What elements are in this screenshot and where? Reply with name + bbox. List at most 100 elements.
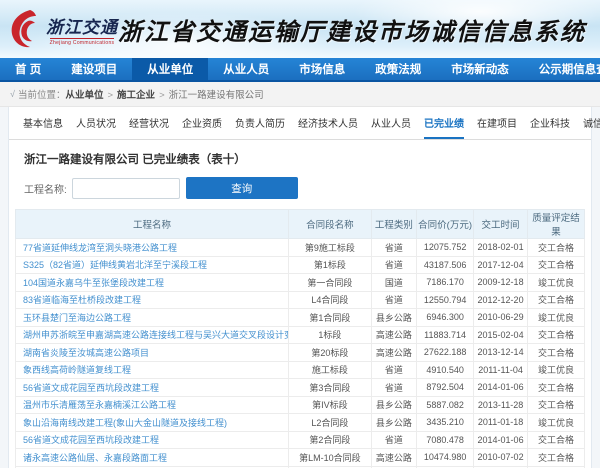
- project-name-cell: 77省道延伸线龙湾至洞头晓港公路工程: [16, 239, 289, 257]
- contract-price-cell: 3435.210: [417, 414, 474, 432]
- nav-item-1[interactable]: 首 页: [0, 58, 56, 80]
- project-link[interactable]: S325（82省道）延伸线黄岩北洋至宁溪段工程: [23, 260, 207, 270]
- nav-item-3[interactable]: 从业单位: [132, 58, 208, 80]
- table-row: 玉环县楚门至海边公路工程第1合同段县乡公路6946.3002010-06-29竣…: [16, 309, 585, 327]
- breadcrumb-separator: >: [107, 90, 113, 101]
- table-row: 象西线高荷岭隧道复线工程施工标段省道4910.5402011-11-04竣工优良: [16, 361, 585, 379]
- logo-chinese-name: 浙江交通: [46, 13, 118, 38]
- category-cell: 县乡公路: [371, 309, 417, 327]
- contract-section-cell: L4合同段: [289, 291, 372, 309]
- table-row: 104国道永嘉乌牛至张堡段改建工程第一合同段国道7186.1702009-12-…: [16, 274, 585, 292]
- content-card: 基本信息人员状况经营状况企业资质负责人简历经济技术人员从业人员已完业绩在建项目企…: [8, 107, 592, 468]
- column-header: 工程名称: [16, 210, 289, 239]
- contract-price-cell: 4910.540: [417, 361, 474, 379]
- tab-11[interactable]: 诚信记录: [583, 115, 600, 139]
- quality-result-cell: 交工合格: [528, 239, 585, 257]
- contract-section-cell: 第2合同段: [289, 431, 372, 449]
- project-link[interactable]: 象山沿海南线改建工程(象山大金山隧道及接线工程): [23, 418, 227, 428]
- project-name-cell: 玉环县楚门至海边公路工程: [16, 309, 289, 327]
- category-cell: 省道: [371, 431, 417, 449]
- contract-price-cell: 43187.506: [417, 256, 474, 274]
- project-link[interactable]: 象西线高荷岭隧道复线工程: [23, 365, 131, 375]
- project-name-cell: 104国道永嘉乌牛至张堡段改建工程: [16, 274, 289, 292]
- quality-result-cell: 交工合格: [528, 379, 585, 397]
- search-button[interactable]: 查询: [186, 177, 298, 199]
- breadcrumb-item-1[interactable]: 从业单位: [65, 90, 103, 101]
- table-row: 温州市乐清雁荡至永嘉楠溪江公路工程第IV标段县乡公路5887.0822013-1…: [16, 396, 585, 414]
- table-row: 湖州申苏浙皖至申嘉湖高速公路连接线工程与吴兴大道交叉段设计变更施工1标段高速公路…: [16, 326, 585, 344]
- project-link[interactable]: 玉环县楚门至海边公路工程: [23, 313, 131, 323]
- contract-section-cell: 第IV标段: [289, 396, 372, 414]
- handover-date-cell: 2009-12-18: [474, 274, 528, 292]
- tab-7[interactable]: 从业人员: [371, 115, 411, 139]
- nav-item-4[interactable]: 从业人员: [208, 58, 284, 80]
- project-link[interactable]: 77省道延伸线龙湾至洞头晓港公路工程: [23, 243, 177, 253]
- table-row: 56省道文成花园至西坑段改建工程 第2合同段省道7080.4782014-01-0…: [16, 431, 585, 449]
- project-link[interactable]: 56省道文成花园至西坑段改建工程: [23, 435, 159, 445]
- tab-2[interactable]: 人员状况: [76, 115, 116, 139]
- project-name-cell: 象山沿海南线改建工程(象山大金山隧道及接线工程): [16, 414, 289, 432]
- tab-5[interactable]: 负责人简历: [235, 115, 285, 139]
- contract-price-cell: 12075.752: [417, 239, 474, 257]
- quality-result-cell: 交工合格: [528, 256, 585, 274]
- contract-price-cell: 7186.170: [417, 274, 474, 292]
- project-link[interactable]: 湖州申苏浙皖至申嘉湖高速公路连接线工程与吴兴大道交叉段设计变更施工: [23, 330, 289, 340]
- tab-6[interactable]: 经济技术人员: [298, 115, 358, 139]
- project-name-input[interactable]: [72, 178, 180, 199]
- project-link[interactable]: 诸永高速公路仙居、永嘉段路面工程: [23, 453, 167, 463]
- column-header: 合同段名称: [289, 210, 372, 239]
- contract-price-cell: 7080.478: [417, 431, 474, 449]
- table-row: S325（82省道）延伸线黄岩北洋至宁溪段工程第1标段省道43187.50620…: [16, 256, 585, 274]
- contract-section-cell: 第一合同段: [289, 274, 372, 292]
- column-header: 质量评定结果: [528, 210, 585, 239]
- nav-item-7[interactable]: 市场新动态: [436, 58, 524, 80]
- quality-result-cell: 交工合格: [528, 431, 585, 449]
- category-cell: 县乡公路: [371, 396, 417, 414]
- category-cell: 省道: [371, 291, 417, 309]
- contract-section-cell: 第3合同段: [289, 379, 372, 397]
- category-cell: 省道: [371, 239, 417, 257]
- project-link[interactable]: 56省道文成花园至西坑段改建工程: [23, 383, 159, 393]
- nav-item-6[interactable]: 政策法规: [360, 58, 436, 80]
- handover-date-cell: 2011-11-04: [474, 361, 528, 379]
- project-link[interactable]: 温州市乐清雁荡至永嘉楠溪江公路工程: [23, 400, 176, 410]
- quality-result-cell: 竣工优良: [528, 274, 585, 292]
- site-title: 浙江省交通运输厅建设市场诚信信息系统: [118, 12, 600, 47]
- handover-date-cell: 2013-12-14: [474, 344, 528, 362]
- nav-item-5[interactable]: 市场信息: [284, 58, 360, 80]
- quality-result-cell: 竣工优良: [528, 414, 585, 432]
- nav-item-8[interactable]: 公示期信息查询: [524, 58, 600, 80]
- contract-price-cell: 10474.980: [417, 449, 474, 467]
- logo-english-name: Zhejiang Communications: [50, 38, 115, 46]
- handover-date-cell: 2014-01-06: [474, 431, 528, 449]
- breadcrumb-item-2[interactable]: 施工企业: [117, 90, 155, 101]
- project-name-cell: 83省道临海至杜桥段改建工程: [16, 291, 289, 309]
- project-name-cell: 湖州申苏浙皖至申嘉湖高速公路连接线工程与吴兴大道交叉段设计变更施工: [16, 326, 289, 344]
- handover-date-cell: 2011-01-18: [474, 414, 528, 432]
- handover-date-cell: 2013-11-28: [474, 396, 528, 414]
- breadcrumb-prefix: 当前位置：: [18, 87, 66, 101]
- tab-4[interactable]: 企业资质: [182, 115, 222, 139]
- contract-price-cell: 8792.504: [417, 379, 474, 397]
- project-name-cell: 湖南省炎陵至汝城高速公路项目: [16, 344, 289, 362]
- column-header: 合同价(万元): [417, 210, 474, 239]
- contract-section-cell: 第1合同段: [289, 309, 372, 327]
- project-link[interactable]: 83省道临海至杜桥段改建工程: [23, 295, 141, 305]
- tab-1[interactable]: 基本信息: [23, 115, 63, 139]
- handover-date-cell: 2012-12-20: [474, 291, 528, 309]
- project-name-cell: 56省道文成花园至西坑段改建工程: [16, 431, 289, 449]
- tab-9[interactable]: 在建项目: [477, 115, 517, 139]
- nav-item-2[interactable]: 建设项目: [56, 58, 132, 80]
- project-name-cell: 诸永高速公路仙居、永嘉段路面工程: [16, 449, 289, 467]
- project-link[interactable]: 104国道永嘉乌牛至张堡段改建工程: [23, 278, 164, 288]
- tab-3[interactable]: 经营状况: [129, 115, 169, 139]
- category-cell: 高速公路: [371, 326, 417, 344]
- handover-date-cell: 2018-02-01: [474, 239, 528, 257]
- tab-8[interactable]: 已完业绩: [424, 115, 464, 139]
- table-row: 83省道临海至杜桥段改建工程L4合同段省道12550.7942012-12-20…: [16, 291, 585, 309]
- tab-10[interactable]: 企业科技: [530, 115, 570, 139]
- location-check-icon: √: [10, 89, 15, 99]
- search-form: 工程名称: 查询: [9, 167, 591, 207]
- column-header: 工程类别: [371, 210, 417, 239]
- project-link[interactable]: 湖南省炎陵至汝城高速公路项目: [23, 348, 149, 358]
